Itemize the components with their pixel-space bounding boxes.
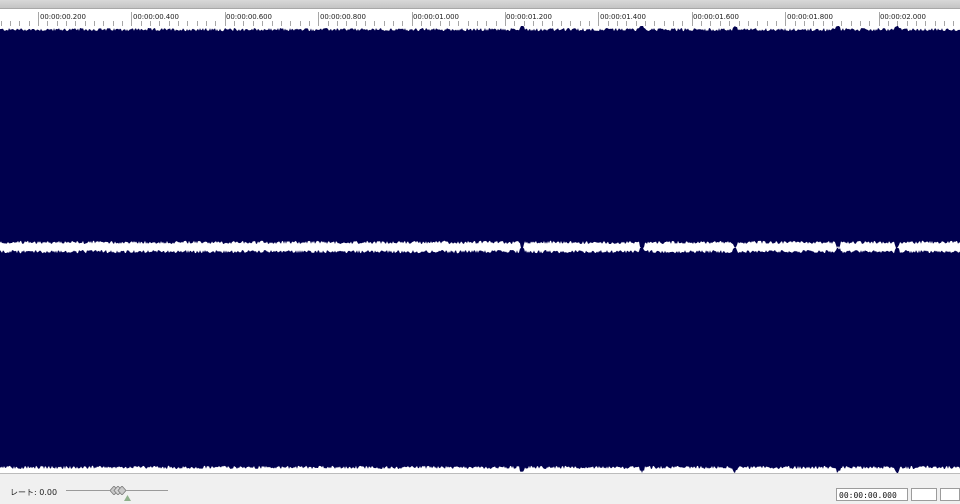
ruler-label-1400: 00:00:01.400 xyxy=(600,13,646,21)
time-display: 00:00:00.000 xyxy=(836,488,908,501)
waveform-view[interactable] xyxy=(0,26,960,473)
waveform-right-fill xyxy=(0,248,960,473)
ruler-label-1600: 00:00:01.600 xyxy=(693,13,739,21)
time-ruler[interactable]: 00:00:00.200 00:00:00.400 00:00:00.600 0… xyxy=(0,9,960,27)
ruler-label-1000: 00:00:01.000 xyxy=(413,13,459,21)
ruler-label-2000: 00:00:02.000 xyxy=(880,13,926,21)
status-bar: レート: 0.00 00:00:00.000 xyxy=(0,473,960,504)
rate-slider-thumb[interactable] xyxy=(110,486,126,495)
ruler-label-0400: 00:00:00.400 xyxy=(133,13,179,21)
waveform-right-graphic xyxy=(0,248,960,473)
title-strip xyxy=(0,0,960,9)
time-display-tertiary xyxy=(940,488,960,501)
ruler-label-0600: 00:00:00.600 xyxy=(226,13,272,21)
ruler-label-0800: 00:00:00.800 xyxy=(320,13,366,21)
waveform-channel-left[interactable] xyxy=(0,26,960,248)
time-display-secondary xyxy=(911,488,937,501)
ruler-label-1200: 00:00:01.200 xyxy=(506,13,552,21)
waveform-channel-right[interactable] xyxy=(0,248,960,473)
rate-center-marker-icon xyxy=(124,495,131,501)
rate-slider[interactable] xyxy=(66,486,168,501)
waveform-left-fill xyxy=(0,26,960,248)
ruler-label-1800: 00:00:01.800 xyxy=(787,13,833,21)
ruler-label-0200: 00:00:00.200 xyxy=(40,13,86,21)
waveform-left-graphic xyxy=(0,26,960,248)
rate-label: レート: 0.00 xyxy=(10,488,58,497)
